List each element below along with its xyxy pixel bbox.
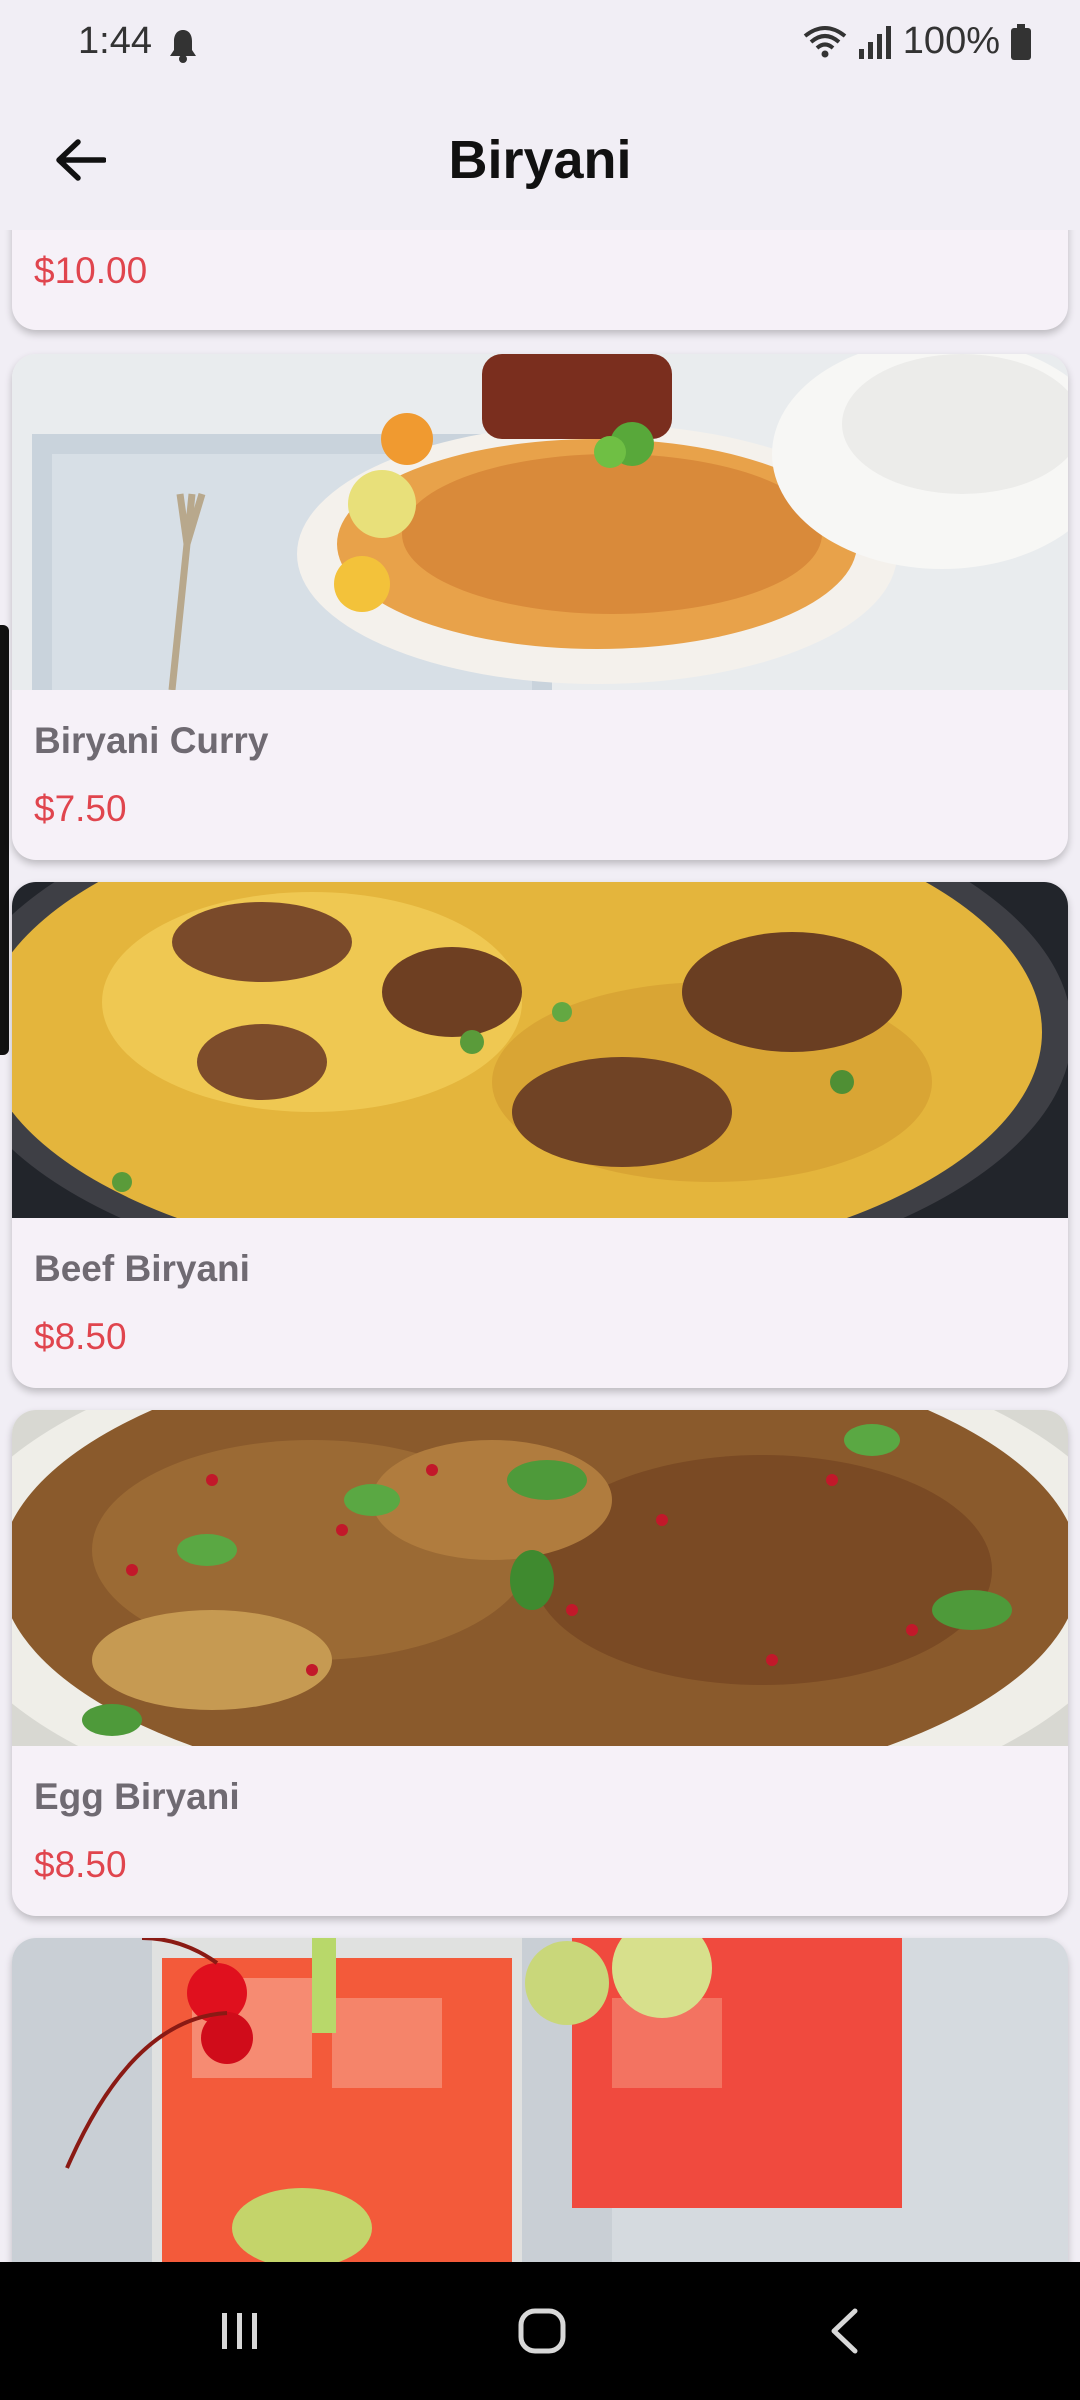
signal-icon: [858, 25, 891, 59]
wifi-icon: [803, 25, 847, 57]
chevron-left-icon: [831, 2308, 858, 2354]
menu-item-card[interactable]: Egg Biryani $8.50: [12, 1410, 1068, 1916]
recent-apps-button[interactable]: [200, 2296, 280, 2366]
menu-item-card[interactable]: Beef Biryani $8.50: [12, 882, 1068, 1388]
biryani-curry-photo: [12, 354, 1068, 690]
back-nav-button[interactable]: [804, 2296, 884, 2366]
item-name: Biryani Curry: [34, 720, 269, 761]
page-title: Biryani: [448, 130, 632, 190]
home-icon: [518, 2308, 566, 2354]
menu-item-card[interactable]: Biryani Curry $7.50: [12, 354, 1068, 860]
item-price: $10.00: [34, 250, 148, 291]
egg-biryani-photo: [12, 1410, 1068, 1746]
battery-icon: [1011, 23, 1031, 60]
notification-icon: [170, 30, 196, 63]
recent-apps-icon: [222, 2313, 257, 2349]
battery-percent: 100%: [902, 20, 1000, 62]
menu-item-card[interactable]: $10.00: [12, 230, 1068, 330]
red-drinks-photo: [12, 1938, 1068, 2262]
item-price: $8.50: [34, 1844, 127, 1885]
menu-list[interactable]: $10.00 Biryani Curry $7.50 Beef Biryani …: [0, 230, 1080, 2262]
status-time: 1:44: [78, 20, 152, 62]
system-nav-bar: [0, 2262, 1080, 2400]
status-bar: 1:44 100%: [0, 0, 1080, 90]
home-button[interactable]: [502, 2296, 582, 2366]
app-bar: Biryani: [0, 90, 1080, 230]
item-name: Egg Biryani: [34, 1776, 240, 1817]
beef-biryani-photo: [12, 882, 1068, 1218]
item-price: $7.50: [34, 788, 127, 829]
status-indicators: 100%: [803, 20, 1032, 63]
item-name: Beef Biryani: [34, 1248, 250, 1289]
menu-item-card[interactable]: [12, 1938, 1068, 2262]
item-price: $8.50: [34, 1316, 127, 1357]
